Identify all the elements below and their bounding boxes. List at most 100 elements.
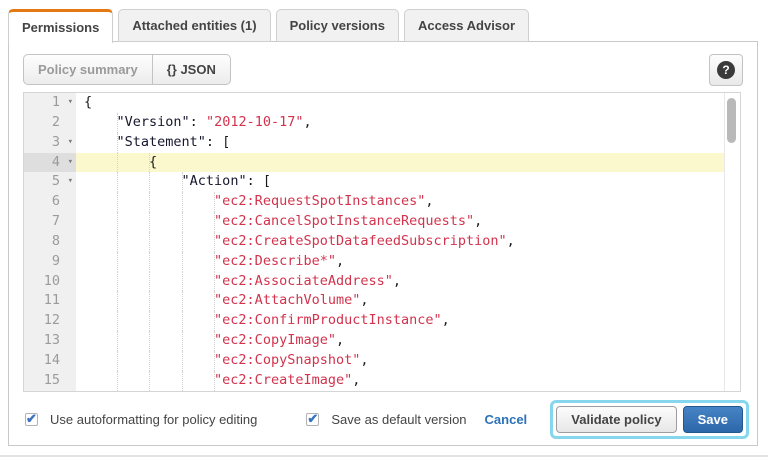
code-line[interactable]: "ec2:CreateSpotDatafeedSubscription", [76, 232, 724, 252]
gutter-line-number: 9 [24, 252, 76, 272]
view-toggle-group: Policy summary {} JSON [23, 54, 231, 85]
code-line[interactable]: "ec2:AssociateAddress", [76, 272, 724, 292]
gutter-line-number: 11 [24, 291, 76, 311]
indent-guide [149, 331, 150, 351]
indent-guide [117, 311, 118, 331]
indent-guide [182, 351, 183, 371]
indent-guide [182, 192, 183, 212]
code-line-text: "Statement": [ [84, 134, 230, 150]
gutter-line-number: 12 [24, 311, 76, 331]
tab-bar: Permissions Attached entities (1) Policy… [8, 9, 529, 43]
code-line[interactable]: "Action": [ [76, 172, 724, 192]
indent-guide [149, 351, 150, 371]
permissions-panel: Policy summary {} JSON ? 1▾23▾4▾5▾678910… [8, 41, 758, 446]
gutter-line-number: 10 [24, 272, 76, 292]
code-line-text: "ec2:AttachVolume", [84, 292, 369, 308]
gutter-line-number: 3▾ [24, 133, 76, 153]
indent-guide [182, 212, 183, 232]
indent-guide [182, 252, 183, 272]
scrollbar-thumb[interactable] [727, 98, 736, 143]
tab-permissions[interactable]: Permissions [8, 9, 113, 43]
indent-guide [214, 212, 215, 232]
editor-gutter: 1▾23▾4▾5▾6789101112131415 [24, 93, 76, 391]
fold-arrow-icon[interactable]: ▾ [68, 153, 73, 173]
code-line-text: "Version": "2012-10-17", [84, 114, 312, 130]
policy-summary-button[interactable]: Policy summary [24, 55, 153, 84]
code-line[interactable]: "ec2:Describe*", [76, 252, 724, 272]
indent-guide [182, 291, 183, 311]
code-line[interactable]: "Version": "2012-10-17", [76, 113, 724, 133]
indent-guide [117, 212, 118, 232]
tab-policy-versions[interactable]: Policy versions [276, 9, 399, 42]
code-line[interactable]: { [76, 153, 724, 173]
autoformat-checkbox[interactable]: ✔ [25, 413, 38, 426]
indent-guide [149, 371, 150, 391]
code-line[interactable]: { [76, 93, 724, 113]
indent-guide [182, 331, 183, 351]
code-line[interactable]: "ec2:CopyImage", [76, 331, 724, 351]
indent-guide [149, 311, 150, 331]
code-line[interactable]: "ec2:RequestSpotInstances", [76, 192, 724, 212]
code-line[interactable]: "Statement": [ [76, 133, 724, 153]
indent-guide [117, 192, 118, 212]
default-version-checkbox[interactable]: ✔ [306, 413, 319, 426]
fold-arrow-icon[interactable]: ▾ [68, 133, 73, 153]
indent-guide [214, 371, 215, 391]
code-line[interactable]: "ec2:ConfirmProductInstance", [76, 311, 724, 331]
default-version-label: Save as default version [331, 412, 466, 427]
indent-guide [117, 153, 118, 173]
indent-guide [149, 232, 150, 252]
indent-guide [149, 272, 150, 292]
gutter-line-number: 8 [24, 232, 76, 252]
indent-guide [117, 351, 118, 371]
tab-attached-entities[interactable]: Attached entities (1) [118, 9, 270, 42]
indent-guide [214, 311, 215, 331]
indent-guide [214, 291, 215, 311]
save-button[interactable]: Save [683, 406, 743, 433]
indent-guide [214, 272, 215, 292]
indent-guide [117, 371, 118, 391]
autoformat-label: Use autoformatting for policy editing [50, 412, 257, 427]
gutter-line-number: 15 [24, 371, 76, 391]
policy-json-editor[interactable]: 1▾23▾4▾5▾6789101112131415 { "Version": "… [23, 92, 741, 392]
indent-guide [182, 232, 183, 252]
gutter-line-number: 13 [24, 331, 76, 351]
gutter-line-number: 7 [24, 212, 76, 232]
indent-guide [149, 252, 150, 272]
fold-arrow-icon[interactable]: ▾ [68, 172, 73, 192]
indent-guide [149, 172, 150, 192]
indent-guide [149, 212, 150, 232]
editor-code-area[interactable]: { "Version": "2012-10-17", "Statement": … [76, 93, 724, 391]
help-button[interactable]: ? [709, 54, 743, 86]
indent-guide [182, 371, 183, 391]
code-line[interactable]: "ec2:CreateImage", [76, 371, 724, 391]
indent-guide [117, 232, 118, 252]
gutter-line-number: 2 [24, 113, 76, 133]
code-line-text: "ec2:CreateImage", [84, 372, 360, 388]
tab-access-advisor[interactable]: Access Advisor [404, 9, 529, 42]
code-line[interactable]: "ec2:AttachVolume", [76, 291, 724, 311]
indent-guide [117, 113, 118, 133]
code-line[interactable]: "ec2:CopySnapshot", [76, 351, 724, 371]
editor-footer: ✔ Use autoformatting for policy editing … [25, 399, 749, 439]
code-line-text: { [84, 154, 157, 170]
checkmark-icon: ✔ [307, 411, 318, 427]
code-line-text: { [84, 94, 92, 110]
indent-guide [149, 153, 150, 173]
code-line-text: "ec2:CancelSpotInstanceRequests", [84, 213, 482, 229]
indent-guide [149, 291, 150, 311]
cancel-link[interactable]: Cancel [485, 412, 528, 427]
json-view-button[interactable]: {} JSON [153, 55, 230, 84]
gutter-line-number: 1▾ [24, 93, 76, 113]
indent-guide [117, 133, 118, 153]
validate-policy-button[interactable]: Validate policy [556, 406, 676, 433]
editor-scrollbar[interactable] [724, 93, 740, 391]
gutter-line-number: 5▾ [24, 172, 76, 192]
question-mark-icon: ? [717, 61, 735, 79]
code-line-text: "ec2:ConfirmProductInstance", [84, 312, 450, 328]
code-line-text: "ec2:RequestSpotInstances", [84, 193, 434, 209]
indent-guide [117, 291, 118, 311]
code-line[interactable]: "ec2:CancelSpotInstanceRequests", [76, 212, 724, 232]
fold-arrow-icon[interactable]: ▾ [68, 93, 73, 113]
indent-guide [117, 252, 118, 272]
